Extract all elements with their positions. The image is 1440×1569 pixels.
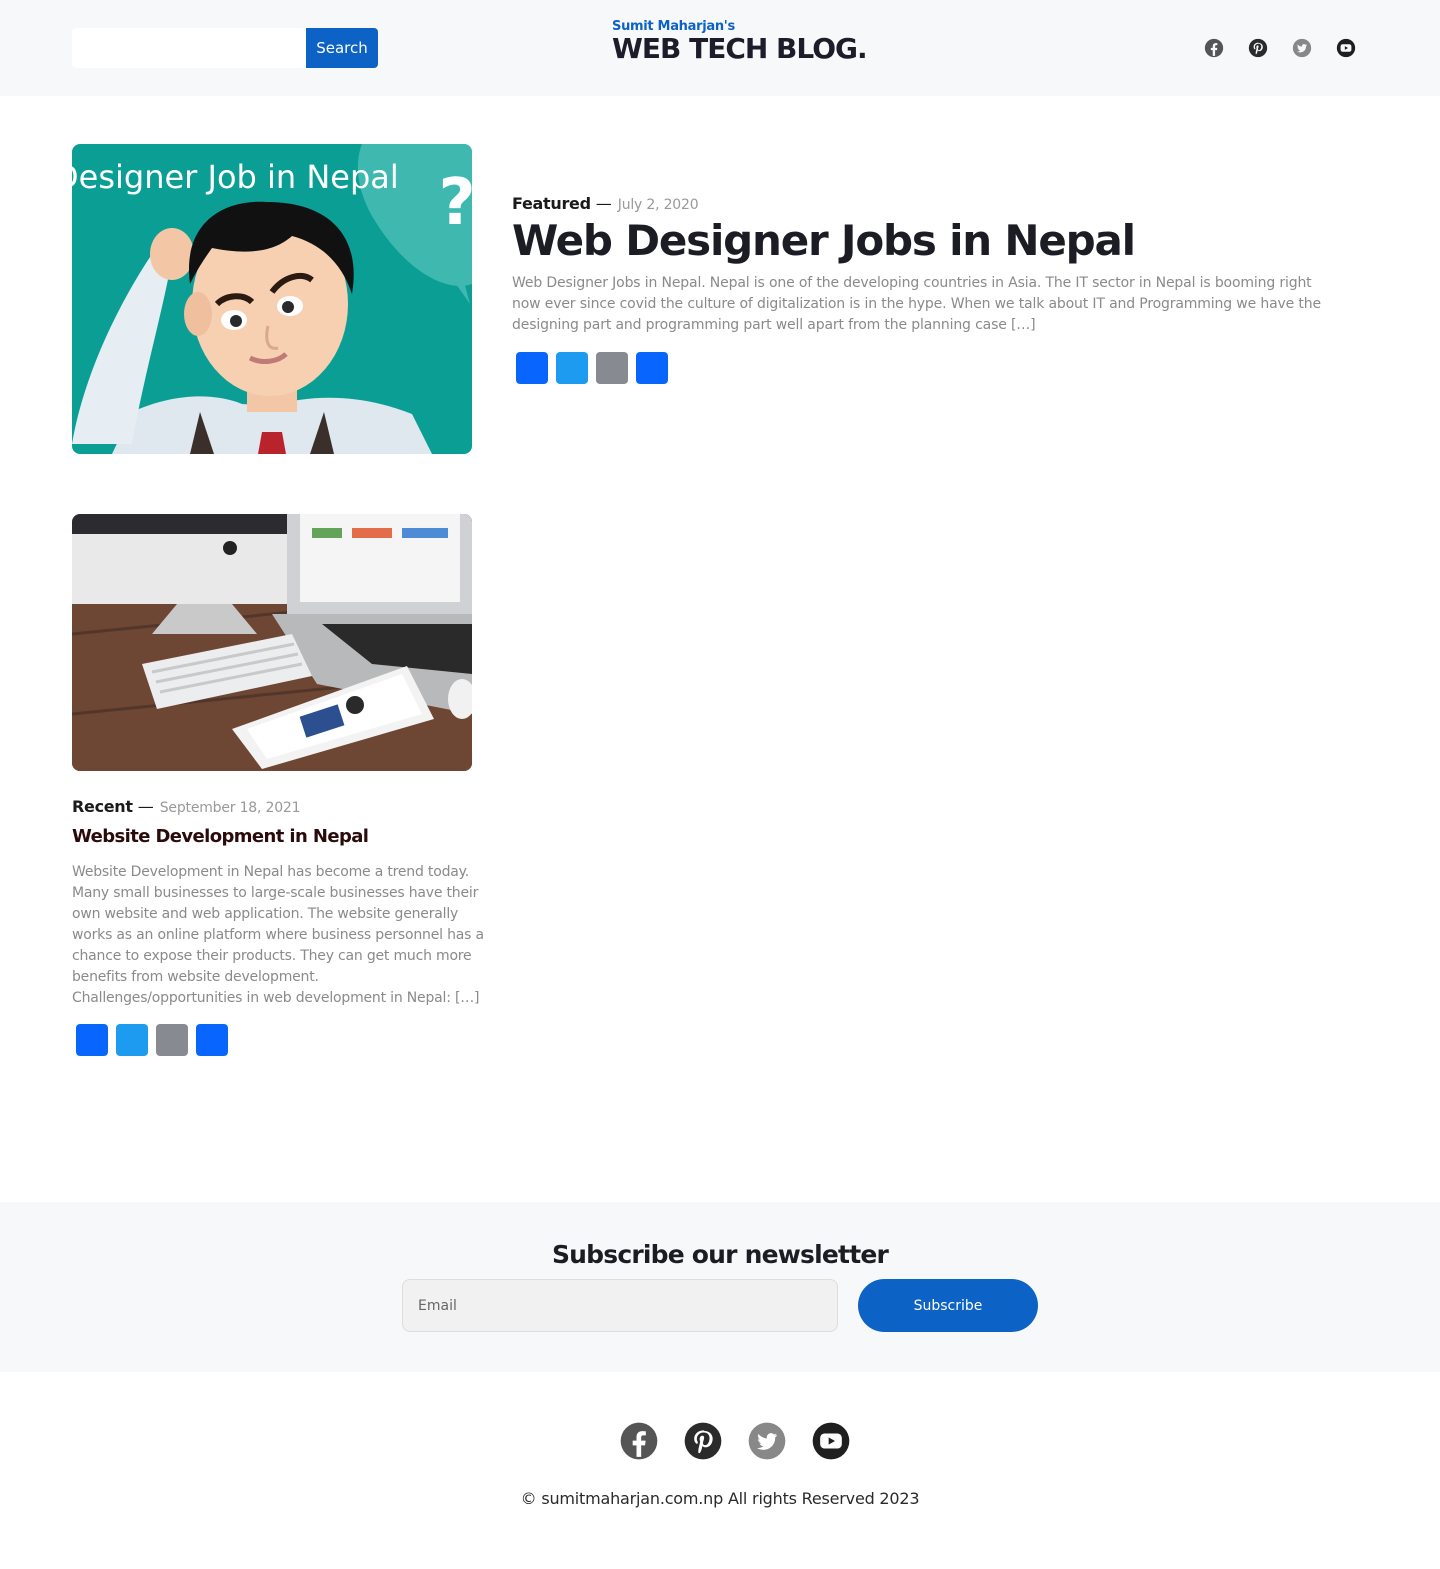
- featured-post-meta: Featured — July 2, 2020: [512, 194, 699, 213]
- twitter-icon[interactable]: [747, 1421, 787, 1461]
- share-twitter-button[interactable]: [556, 352, 588, 384]
- pinterest-icon[interactable]: [1248, 38, 1268, 58]
- featured-post-excerpt: Web Designer Jobs in Nepal. Nepal is one…: [512, 275, 1321, 333]
- share-facebook-button[interactable]: [516, 352, 548, 384]
- pinterest-icon[interactable]: [683, 1421, 723, 1461]
- newsletter-title: Subscribe our newsletter: [551, 1240, 889, 1269]
- category-label[interactable]: Recent: [72, 797, 133, 816]
- facebook-icon[interactable]: [619, 1421, 659, 1461]
- share-twitter-button[interactable]: [116, 1024, 148, 1056]
- search-input[interactable]: [72, 28, 306, 68]
- youtube-icon[interactable]: [811, 1421, 851, 1461]
- featured-post-image[interactable]: ? Designer Job in Nepal: [72, 144, 472, 454]
- share-facebook-button[interactable]: [76, 1024, 108, 1056]
- meta-separator: —: [137, 797, 154, 816]
- post-date: September 18, 2021: [159, 800, 301, 816]
- search-form: Search: [72, 28, 378, 68]
- share-email-button[interactable]: [156, 1024, 188, 1056]
- meta-separator: —: [595, 194, 612, 213]
- featured-image-caption: Designer Job in Nepal: [72, 158, 399, 196]
- newsletter-email-input[interactable]: [402, 1279, 838, 1332]
- facebook-icon[interactable]: [1204, 38, 1224, 58]
- site-logo[interactable]: Sumit Maharjan's WEB TECH BLOG.: [612, 19, 868, 65]
- share-more-button[interactable]: [636, 352, 668, 384]
- post-date: July 2, 2020: [617, 197, 699, 213]
- recent-post-title[interactable]: Website Development in Nepal: [72, 826, 369, 847]
- category-label[interactable]: Featured: [512, 194, 591, 213]
- recent-post-image[interactable]: [72, 514, 472, 771]
- featured-post-title[interactable]: Web Designer Jobs in Nepal: [512, 216, 1136, 265]
- site-header: Search Sumit Maharjan's WEB TECH BLOG.: [0, 0, 1440, 96]
- youtube-icon[interactable]: [1336, 38, 1356, 58]
- header-social-links: [1204, 38, 1356, 58]
- recent-post-meta: Recent — September 18, 2021: [72, 797, 301, 816]
- newsletter-section: Subscribe our newsletter Subscribe: [0, 1202, 1440, 1372]
- share-email-button[interactable]: [596, 352, 628, 384]
- twitter-icon[interactable]: [1292, 38, 1312, 58]
- svg-text:?: ?: [438, 166, 472, 240]
- recent-share-buttons: [76, 1024, 228, 1056]
- share-more-button[interactable]: [196, 1024, 228, 1056]
- footer-social-links: [619, 1421, 851, 1461]
- subscribe-button[interactable]: Subscribe: [858, 1279, 1038, 1332]
- featured-share-buttons: [516, 352, 668, 384]
- recent-post-excerpt: Website Development in Nepal has become …: [72, 864, 484, 1006]
- search-button[interactable]: Search: [306, 28, 378, 68]
- copyright-text: © sumitmaharjan.com.np All rights Reserv…: [520, 1489, 920, 1508]
- brand-title: WEB TECH BLOG.: [612, 32, 868, 65]
